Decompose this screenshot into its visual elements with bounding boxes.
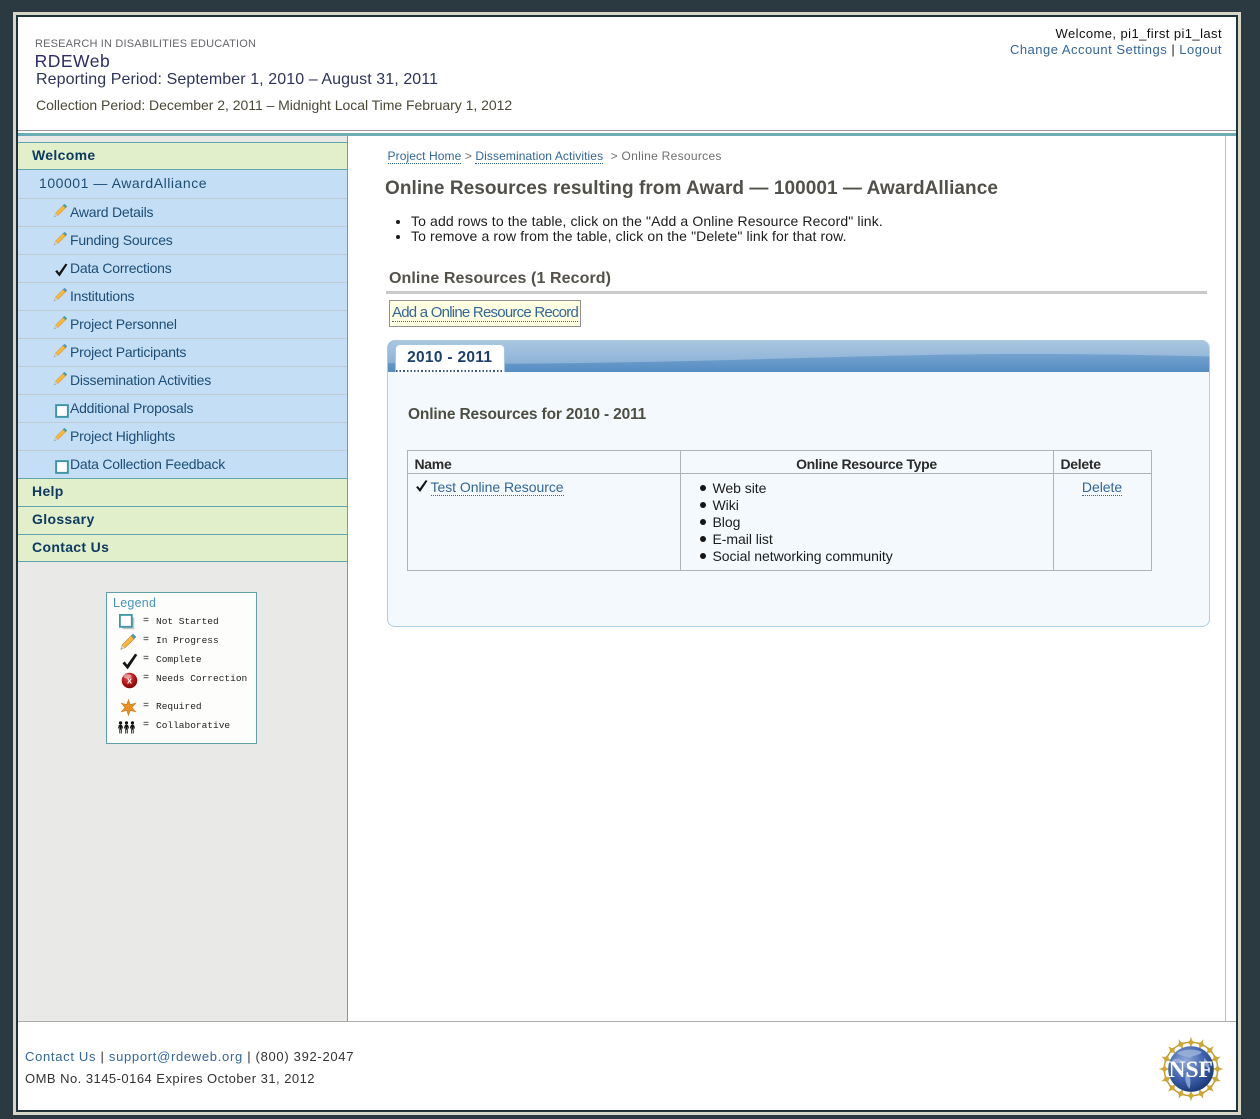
- svg-text:NSF: NSF: [1169, 1057, 1213, 1083]
